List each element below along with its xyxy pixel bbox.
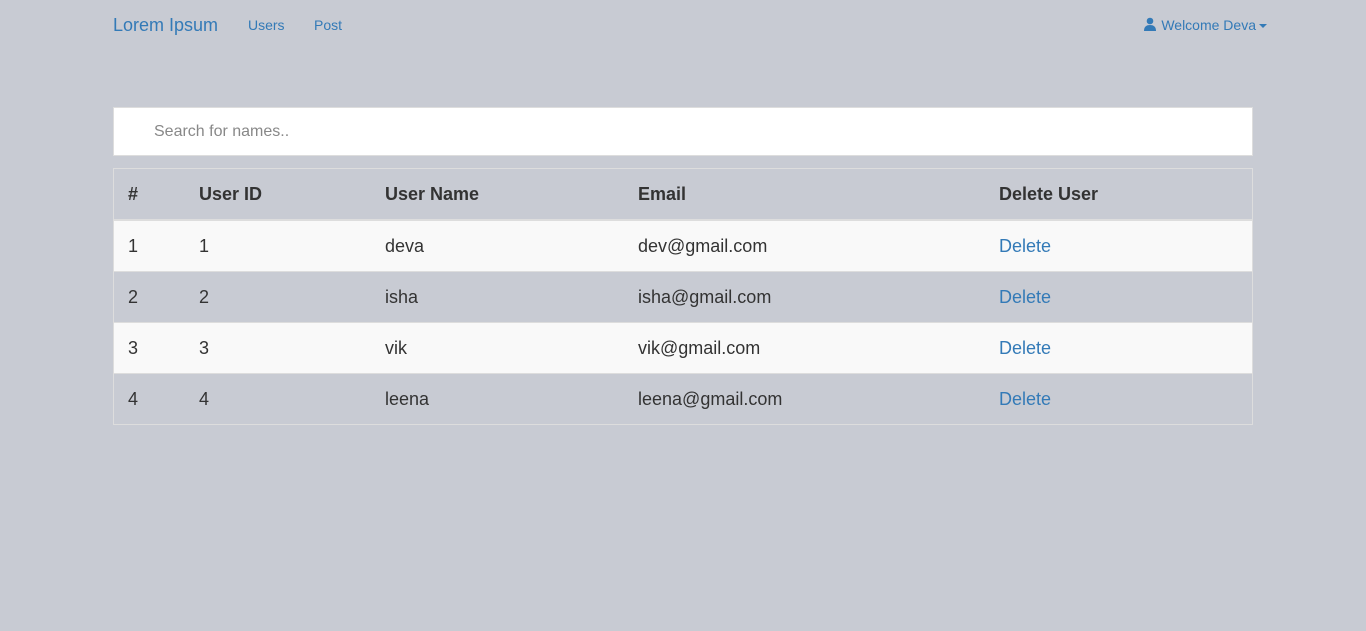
- delete-user-link[interactable]: Delete: [999, 338, 1051, 358]
- cell-email: dev@gmail.com: [624, 219, 985, 272]
- cell-index: 2: [113, 271, 185, 323]
- brand-link[interactable]: Lorem Ipsum: [113, 15, 218, 36]
- nav-link-users[interactable]: Users: [248, 17, 285, 33]
- cell-user-id: 3: [185, 322, 371, 374]
- table-header-row: # User ID User Name Email Delete User: [113, 168, 1253, 221]
- cell-user-name: deva: [371, 219, 624, 272]
- table-row: 1 1 deva dev@gmail.com Delete: [113, 219, 1253, 272]
- header-user-id: User ID: [185, 168, 371, 221]
- table-row: 4 4 leena leena@gmail.com Delete: [113, 373, 1253, 425]
- cell-index: 3: [113, 322, 185, 374]
- cell-user-name: isha: [371, 271, 624, 323]
- cell-delete: Delete: [985, 271, 1253, 323]
- table-row: 3 3 vik vik@gmail.com Delete: [113, 322, 1253, 374]
- cell-user-id: 4: [185, 373, 371, 425]
- cell-index: 1: [113, 219, 185, 272]
- cell-delete: Delete: [985, 219, 1253, 272]
- cell-email: vik@gmail.com: [624, 322, 985, 374]
- delete-user-link[interactable]: Delete: [999, 287, 1051, 307]
- cell-user-id: 1: [185, 219, 371, 272]
- header-user-name: User Name: [371, 168, 624, 221]
- header-index: #: [113, 168, 185, 221]
- user-menu-label: Welcome Deva: [1161, 17, 1256, 33]
- users-table: # User ID User Name Email Delete User 1 …: [113, 168, 1253, 425]
- user-menu-dropdown[interactable]: Welcome Deva: [1143, 17, 1267, 33]
- cell-user-id: 2: [185, 271, 371, 323]
- cell-delete: Delete: [985, 322, 1253, 374]
- cell-user-name: vik: [371, 322, 624, 374]
- user-icon: [1143, 17, 1157, 31]
- table-row: 2 2 isha isha@gmail.com Delete: [113, 271, 1253, 323]
- nav-link-post[interactable]: Post: [314, 17, 342, 33]
- header-delete-user: Delete User: [985, 168, 1253, 221]
- delete-user-link[interactable]: Delete: [999, 236, 1051, 256]
- top-navbar: Lorem Ipsum Users Post Welcome Deva: [113, 0, 1267, 52]
- caret-down-icon: [1259, 24, 1267, 28]
- cell-email: isha@gmail.com: [624, 271, 985, 323]
- cell-index: 4: [113, 373, 185, 425]
- cell-user-name: leena: [371, 373, 624, 425]
- search-input[interactable]: [113, 107, 1253, 156]
- cell-email: leena@gmail.com: [624, 373, 985, 425]
- cell-delete: Delete: [985, 373, 1253, 425]
- delete-user-link[interactable]: Delete: [999, 389, 1051, 409]
- header-email: Email: [624, 168, 985, 221]
